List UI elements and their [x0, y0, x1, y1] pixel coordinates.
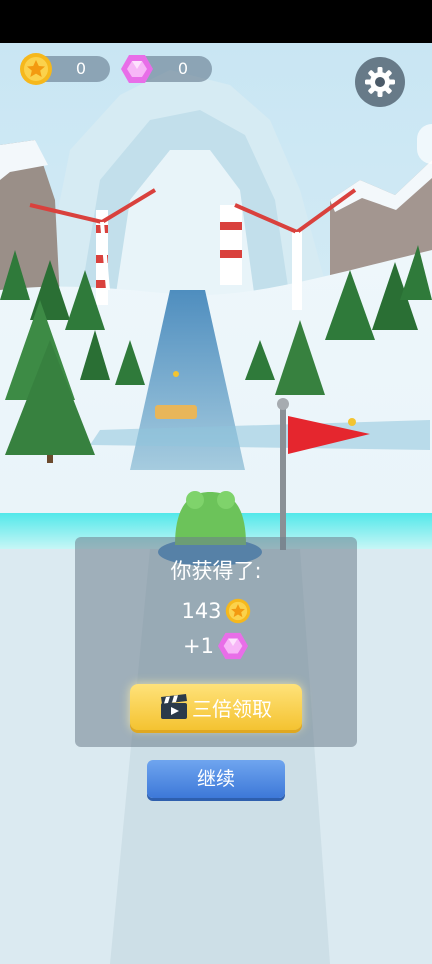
- gear-icon: [365, 67, 395, 97]
- settings-button[interactable]: [355, 57, 405, 107]
- star-coin-icon: [225, 598, 250, 624]
- game-scene[interactable]: [0, 43, 432, 964]
- status-bar: [0, 0, 432, 43]
- wooden-log: [155, 405, 197, 419]
- gem-reward-amount: +1: [183, 634, 214, 658]
- clapperboard-icon: [161, 694, 187, 719]
- coin-count: 0: [75, 59, 87, 78]
- pink-gem-icon: [217, 632, 249, 660]
- scene-background: [0, 43, 432, 964]
- side-tab-button[interactable]: [417, 124, 432, 164]
- triple-reward-button[interactable]: 三倍领取: [130, 684, 302, 730]
- triple-reward-label: 三倍领取: [192, 696, 272, 721]
- reward-title: 你获得了:: [170, 559, 262, 583]
- gem-count: 0: [177, 59, 189, 78]
- coin-reward-row: 143: [75, 594, 357, 628]
- coin-reward-amount: 143: [181, 599, 222, 623]
- continue-button[interactable]: 继续: [147, 760, 285, 798]
- star-coin-icon: [20, 53, 52, 85]
- gem-reward-row: +1: [75, 629, 357, 663]
- pink-gem-icon: [121, 55, 153, 83]
